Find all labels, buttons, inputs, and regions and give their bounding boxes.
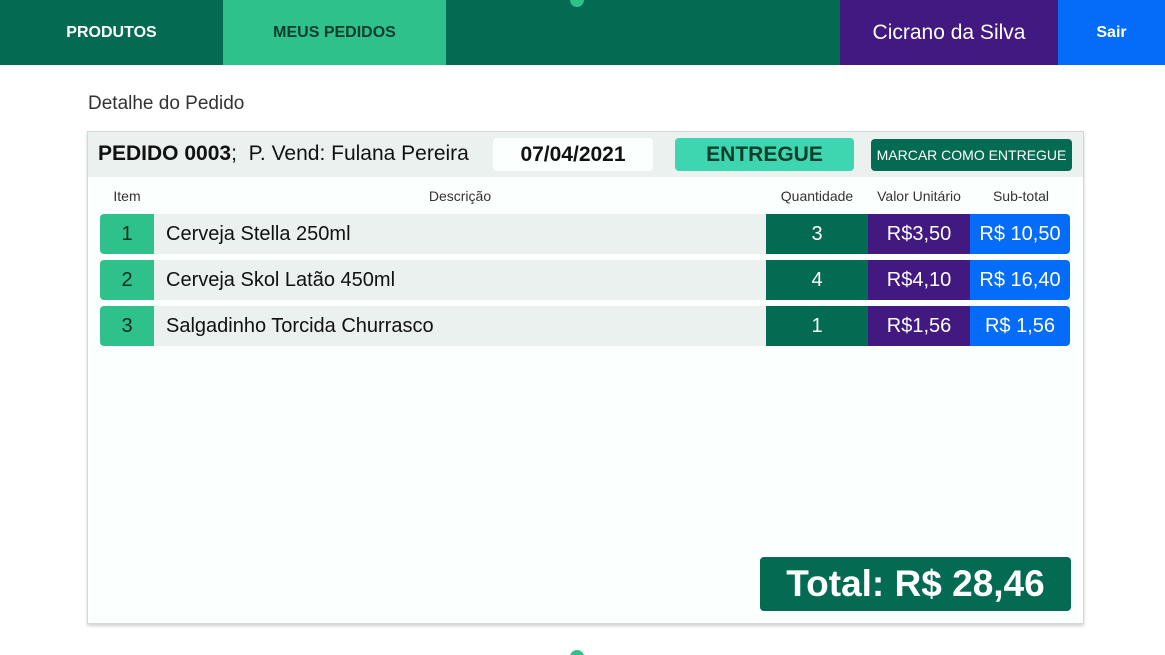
row-description: Cerveja Skol Latão 450ml: [154, 260, 766, 300]
page-title: Detalhe do Pedido: [88, 93, 245, 114]
row-quantity: 3: [766, 214, 868, 254]
top-navbar: PRODUTOS MEUS PEDIDOS Cicrano da Silva S…: [0, 0, 1165, 65]
order-detail-card: PEDIDO 0003; P. Vend: Fulana Pereira 07/…: [87, 131, 1084, 624]
column-header-quantity: Quantidade: [780, 188, 854, 204]
table-row: 3 Salgadinho Torcida Churrasco 1 R$1,56 …: [100, 306, 1070, 346]
table-row: 2 Cerveja Skol Latão 450ml 4 R$4,10 R$ 1…: [100, 260, 1070, 300]
decorative-dot-icon: [570, 650, 584, 655]
row-subtotal: R$ 10,50: [970, 214, 1070, 254]
row-unit-price: R$4,10: [868, 260, 970, 300]
table-row: 1 Cerveja Stella 250ml 3 R$3,50 R$ 10,50: [100, 214, 1070, 254]
column-header-description: Descrição: [428, 188, 492, 204]
row-subtotal: R$ 1,56: [970, 306, 1070, 346]
row-item-number: 3: [100, 306, 154, 346]
row-quantity: 4: [766, 260, 868, 300]
row-subtotal: R$ 16,40: [970, 260, 1070, 300]
column-header-item: Item: [113, 188, 141, 204]
order-header: PEDIDO 0003; P. Vend: Fulana Pereira 07/…: [88, 132, 1083, 177]
column-header-subtotal: Sub-total: [992, 188, 1050, 204]
user-name-label: Cicrano da Silva: [840, 0, 1058, 65]
nav-my-orders-button[interactable]: MEUS PEDIDOS: [223, 0, 446, 65]
order-date: 07/04/2021: [493, 138, 653, 171]
row-unit-price: R$1,56: [868, 306, 970, 346]
order-seller: P. Vend: Fulana Pereira: [248, 142, 469, 165]
row-unit-price: R$3,50: [868, 214, 970, 254]
row-quantity: 1: [766, 306, 868, 346]
row-item-number: 2: [100, 260, 154, 300]
order-number: PEDIDO 0003: [98, 142, 232, 165]
order-total: Total: R$ 28,46: [760, 557, 1071, 611]
order-separator: ;: [231, 142, 237, 165]
order-status-badge: ENTREGUE: [675, 138, 854, 171]
column-header-unit-price: Valor Unitário: [877, 188, 961, 204]
row-item-number: 1: [100, 214, 154, 254]
navbar-spacer: [446, 0, 840, 65]
logout-button[interactable]: Sair: [1058, 0, 1165, 65]
nav-products-button[interactable]: PRODUTOS: [0, 0, 223, 65]
row-description: Cerveja Stella 250ml: [154, 214, 766, 254]
order-number-seller: PEDIDO 0003; P. Vend: Fulana Pereira: [98, 142, 469, 166]
row-description: Salgadinho Torcida Churrasco: [154, 306, 766, 346]
mark-as-delivered-button[interactable]: MARCAR COMO ENTREGUE: [871, 139, 1072, 171]
